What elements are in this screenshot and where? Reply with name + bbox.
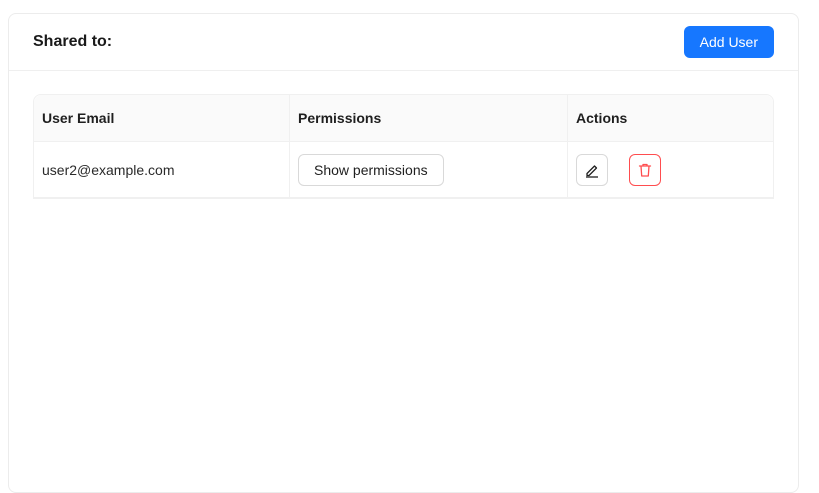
shared-users-table: User Email Permissions Actions user2@exa… [33, 94, 774, 199]
card-title: Shared to: [33, 33, 113, 50]
edit-icon [586, 164, 598, 178]
trash-icon [638, 163, 652, 177]
add-user-button[interactable]: Add User [683, 26, 774, 58]
column-header-actions: Actions [567, 95, 773, 142]
card-body: User Email Permissions Actions user2@exa… [9, 71, 798, 222]
column-header-user-email: User Email [34, 95, 289, 142]
shared-users-card: Shared to: Add User User Email Permissio… [8, 13, 799, 493]
column-header-permissions: Permissions [289, 95, 567, 142]
edit-user-button[interactable] [576, 153, 608, 186]
delete-user-button[interactable] [628, 153, 661, 186]
table-header-row: User Email Permissions Actions [34, 95, 773, 142]
actions-cell [567, 142, 773, 198]
user-email-cell: user2@example.com [34, 142, 289, 198]
card-header: Shared to: Add User [9, 14, 798, 71]
show-permissions-button[interactable]: Show permissions [298, 153, 444, 186]
table-row: user2@example.com Show permissions [34, 142, 773, 198]
permissions-cell: Show permissions [289, 142, 567, 198]
